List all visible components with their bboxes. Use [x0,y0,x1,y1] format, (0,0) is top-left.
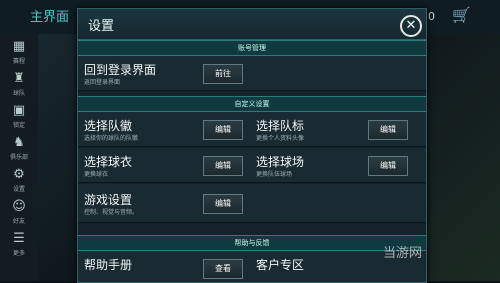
edit-stadium-button[interactable]: 编辑 [368,156,408,176]
gear-icon: ⚙ [13,167,25,182]
sidebar-item-settings[interactable]: ⚙ 设置 [4,167,34,194]
dialog-header: 设置 ✕ [78,9,426,40]
goto-login-button[interactable]: 前往 [203,64,243,84]
cart-icon[interactable]: 🛒 [452,6,471,24]
sidebar-item-friends[interactable]: ☺ 好友 [4,199,34,226]
crest-sub: 选择你的球队的队徽 [84,135,139,142]
row-help: 帮助手册 查看 客户专区 [78,251,426,282]
game-settings-sub: 控制、视觉与音频。 [84,209,139,216]
close-icon: ✕ [405,18,417,33]
sidebar: ▦ 赛程 ♜ 球队 ▣ 锁定 ♞ 俱乐部 ⚙ 设置 ☺ 好友 ☰ 更多 [0,34,38,281]
calendar-icon: ▦ [12,39,26,54]
sidebar-item-team[interactable]: ♜ 球队 [4,71,34,98]
row-kit-stadium: 选择球衣 更换球衣 编辑 选择球场 更换队伍球场 编辑 [78,148,426,183]
sidebar-item-lock[interactable]: ▣ 锁定 [4,103,34,130]
sidebar-item-more[interactable]: ☰ 更多 [4,231,34,258]
edit-kit-button[interactable]: 编辑 [203,156,243,176]
section-account: 账号管理 [78,40,426,56]
kit-label: 选择球衣 [84,155,133,169]
section-custom: 自定义设置 [78,96,426,112]
view-manual-button[interactable]: 查看 [203,259,243,279]
edit-crest-button[interactable]: 编辑 [203,120,243,140]
more-icon: ☰ [13,231,25,246]
edit-game-settings-button[interactable]: 编辑 [203,194,243,214]
club-icon: ♞ [13,135,25,150]
row-game-settings: 游戏设置 控制、视觉与音频。 编辑 [78,184,426,223]
dialog-title: 设置 [88,19,115,34]
lock-icon: ▣ [12,103,26,118]
row-login: 回到登录界面 返回登录界面 前往 [78,56,426,91]
edit-logo-button[interactable]: 编辑 [368,120,408,140]
coin-count: 0 [428,10,435,23]
manual-label: 帮助手册 [84,258,133,272]
team-icon: ♜ [13,71,25,86]
logo-label: 选择队标 [256,119,305,133]
stadium-sub: 更换队伍球场 [256,171,293,178]
stadium-label: 选择球场 [256,155,305,169]
watermark: 当游网 [383,246,423,261]
sidebar-item-schedule[interactable]: ▦ 赛程 [4,39,34,66]
friends-icon: ☺ [12,199,26,214]
kit-sub: 更换球衣 [84,171,109,178]
close-button[interactable]: ✕ [400,15,422,37]
game-settings-label: 游戏设置 [84,193,133,207]
screen-title: 主界面 [30,10,70,25]
logo-sub: 更换个人资料头像 [256,135,305,142]
login-label: 回到登录界面 [84,63,157,77]
section-help: 帮助与反馈 [78,235,426,251]
support-label[interactable]: 客户专区 [256,256,304,273]
crest-label: 选择队徽 [84,119,133,133]
row-crest-logo: 选择队徽 选择你的球队的队徽 编辑 选择队标 更换个人资料头像 编辑 [78,112,426,147]
settings-dialog: 设置 ✕ 账号管理 回到登录界面 返回登录界面 前往 自定义设置 选择队徽 选择… [77,8,427,283]
login-sub: 返回登录界面 [84,79,121,86]
sidebar-item-club[interactable]: ♞ 俱乐部 [4,135,34,162]
